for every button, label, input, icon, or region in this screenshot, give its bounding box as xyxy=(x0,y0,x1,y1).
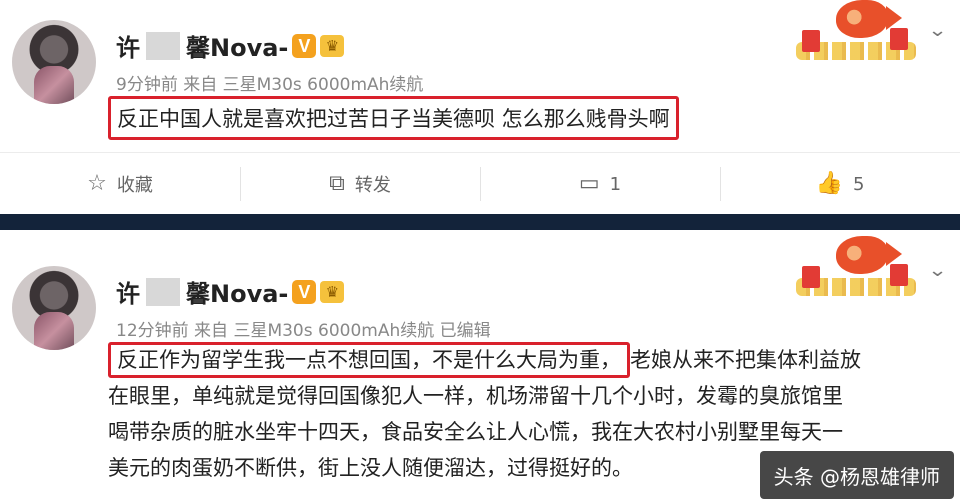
crown-icon: ♛ xyxy=(320,280,345,303)
crown-icon: ♛ xyxy=(320,34,345,57)
username[interactable]: 许 馨Nova- V ♛ xyxy=(116,28,345,63)
share-icon: ⧉ xyxy=(329,171,345,196)
post-meta: 12分钟前 来自 三星M30s 6000mAh续航 已编辑 xyxy=(116,321,491,341)
source-watermark: 头条 @杨恩雄律师 xyxy=(759,451,954,499)
red-envelope-icon xyxy=(890,28,908,50)
avatar[interactable] xyxy=(12,20,96,104)
koi-fish-icon xyxy=(836,0,902,38)
red-envelope-icon xyxy=(802,266,820,288)
content-line-3: 喝带杂质的脏水坐牢十四天，食品安全么让人心慌，我在大农村小别墅里每天一 xyxy=(108,420,843,444)
repost-button[interactable]: ⧉ 转发 xyxy=(240,153,480,215)
action-bar: ☆ 收藏 ⧉ 转发 ▭ 1 👍 5 xyxy=(0,152,960,215)
weibo-post-1: 许 馨Nova- V ♛ 9分钟前 来自 三星M30s 6000mAh续航 反正… xyxy=(0,0,960,214)
chevron-down-icon[interactable]: ⌄ xyxy=(928,20,948,41)
comment-button[interactable]: ▭ 1 xyxy=(480,153,720,215)
highlight-box: 反正作为留学生我一点不想回国，不是什么大局为重， xyxy=(108,342,630,378)
favorite-button[interactable]: ☆ 收藏 xyxy=(0,153,240,215)
star-icon: ☆ xyxy=(87,171,107,196)
festive-decoration xyxy=(796,0,916,60)
redacted-block xyxy=(146,31,180,60)
avatar[interactable] xyxy=(12,266,96,350)
feed-divider xyxy=(0,214,960,230)
festive-decoration xyxy=(796,236,916,296)
red-envelope-icon xyxy=(802,30,820,52)
username[interactable]: 许 馨Nova- V ♛ xyxy=(116,274,345,309)
post-content: 反正中国人就是喜欢把过苦日子当美德呗 怎么那么贱骨头啊 xyxy=(108,96,679,140)
red-envelope-icon xyxy=(890,264,908,286)
vip-badge-icon: V xyxy=(292,33,317,58)
highlight-box: 反正中国人就是喜欢把过苦日子当美德呗 怎么那么贱骨头啊 xyxy=(108,96,679,140)
koi-fish-icon xyxy=(836,236,902,274)
thumbs-up-icon: 👍 xyxy=(815,171,843,196)
vip-badge-icon: V xyxy=(292,279,317,304)
chevron-down-icon[interactable]: ⌄ xyxy=(928,260,948,281)
content-line-2: 在眼里，单纯就是觉得回国像犯人一样，机场滞留十几个小时，发霉的臭旅馆里 xyxy=(108,384,843,408)
content-line-1: 反正作为留学生我一点不想回国，不是什么大局为重， 老娘从来不把集体利益放 xyxy=(108,342,948,378)
comment-icon: ▭ xyxy=(578,171,600,196)
redacted-block xyxy=(146,277,180,306)
post-meta: 9分钟前 来自 三星M30s 6000mAh续航 xyxy=(116,75,424,95)
like-button[interactable]: 👍 5 xyxy=(720,153,960,215)
